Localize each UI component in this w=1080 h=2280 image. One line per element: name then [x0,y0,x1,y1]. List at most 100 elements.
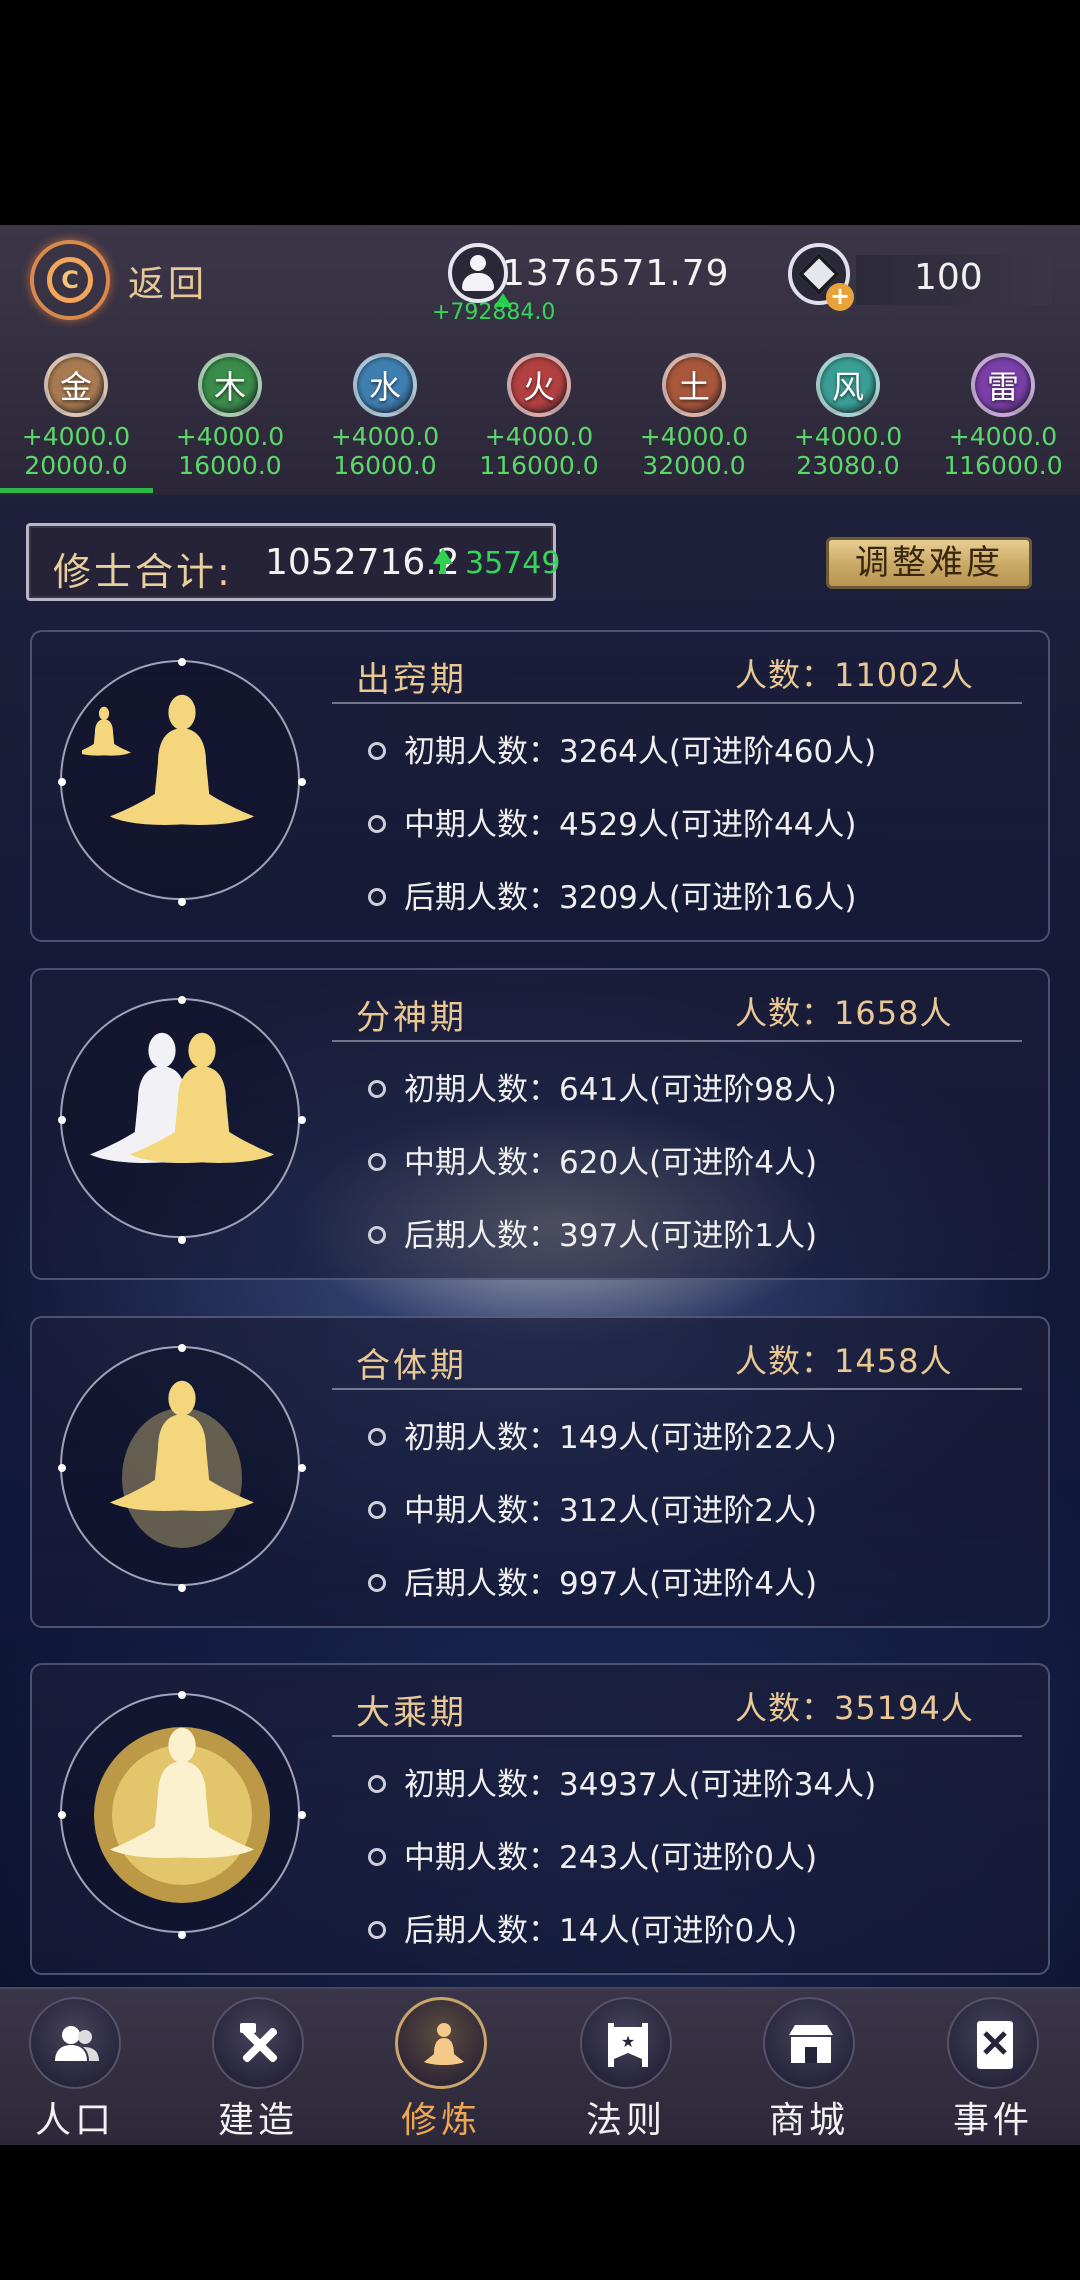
meditation-figure-icon [82,1715,282,1919]
gem-value: 100 [914,257,983,298]
realm-stage-text: 中期人数：312人(可进阶2人) [404,1493,818,1529]
element-rate: +4000.0 [175,422,285,451]
realm-count: 人数：1458人 [735,1342,953,1380]
meditation-figure-icon [77,682,282,886]
bullet-icon [368,1920,386,1939]
element-resource-5[interactable]: 风 +4000.0 23080.0 [778,353,918,481]
bullet-icon [368,1152,386,1171]
people-icon [29,1997,121,2089]
tools-icon [212,1997,304,2089]
realm-stage-row: 中期人数：4529人(可进阶44人) [368,799,857,844]
element-orb-icon: 土 [662,353,726,417]
nav-label: 法则 [585,2100,666,2141]
cultivator-total-panel: 修士合计: 1052716.2 35749 [26,523,560,601]
realm-emblem [58,996,306,1244]
element-total: 116000.0 [943,451,1063,480]
bullet-icon [368,1500,386,1519]
realm-stage-text: 中期人数：4529人(可进阶44人) [404,807,857,843]
population-delta: +792884.0 [432,300,556,325]
bullet-icon [368,1427,386,1446]
element-resource-6[interactable]: 雷 +4000.0 116000.0 [933,353,1073,481]
element-resource-1[interactable]: 木 +4000.0 16000.0 [160,353,300,481]
nav-label: 事件 [952,2100,1033,2141]
realm-stage-row: 初期人数：641人(可进阶98人) [368,1064,837,1109]
realm-count: 人数：1658人 [735,994,953,1032]
realm-stage-row: 后期人数：14人(可进阶0人) [368,1905,797,1950]
event-book-icon [947,1997,1039,2089]
realm-stage-row: 后期人数：3209人(可进阶16人) [368,872,857,917]
element-resource-3[interactable]: 火 +4000.0 116000.0 [469,353,609,481]
element-orb-icon: 金 [44,353,108,417]
realm-card[interactable]: 出窍期 人数：11002人初期人数：3264人(可进阶460人) 中期人数：4529… [30,630,1050,942]
divider [332,1735,1022,1737]
realm-stage-text: 初期人数：3264人(可进阶460人) [404,734,877,770]
realm-stage-row: 后期人数：997人(可进阶4人) [368,1558,817,1603]
cultivator-increase: 35749 [465,546,561,581]
element-orb-icon: 水 [353,353,417,417]
realm-card[interactable]: 分神期 人数：1658人初期人数：641人(可进阶98人) 中期人数：620人(可进… [30,968,1050,1280]
nav-item-meditation[interactable]: 修炼 [366,1997,516,2143]
realm-stage-row: 中期人数：620人(可进阶4人) [368,1137,817,1182]
realm-stage-row: 初期人数：3264人(可进阶460人) [368,726,876,771]
nav-item-shop[interactable]: 商城 [734,1997,884,2143]
element-resource-4[interactable]: 土 +4000.0 32000.0 [624,353,764,481]
divider [332,702,1022,704]
realm-stage-row: 初期人数：149人(可进阶22人) [368,1412,837,1457]
meditation-figure-icon [82,1368,282,1572]
realm-count: 人数：11002人 [735,656,974,694]
realm-emblem [58,1691,306,1939]
element-total: 16000.0 [333,451,437,480]
realm-title: 出窍期 [356,660,467,700]
realm-stage-text: 初期人数：34937人(可进阶34人) [404,1767,877,1803]
realm-card[interactable]: 合体期 人数：1458人 初期人数：149人(可进阶22人) 中期人数：312人(可进… [30,1316,1050,1628]
bottom-nav: 人口 建造 修炼 ★ 法则 商城 事件 [0,1987,1080,2145]
shop-icon [763,1997,855,2089]
element-resource-0[interactable]: 金 +4000.0 20000.0 [6,353,146,481]
nav-item-event-book[interactable]: 事件 [918,1997,1068,2143]
realm-stage-row: 中期人数：243人(可进阶0人) [368,1832,817,1877]
element-total: 23080.0 [796,451,900,480]
population-value: 1376571.79 [502,253,730,294]
element-total: 20000.0 [24,451,128,480]
realm-title: 大乘期 [356,1693,467,1733]
cultivator-total-value: 1052716.2 [265,542,460,583]
realm-stage-text: 初期人数：149人(可进阶22人) [404,1420,837,1456]
realm-stage-text: 后期人数：14人(可进阶0人) [404,1913,798,1949]
realm-stage-text: 中期人数：620人(可进阶4人) [404,1145,818,1181]
element-rate: +4000.0 [948,422,1058,451]
element-orb-icon: 火 [507,353,571,417]
realm-emblem [58,1344,306,1592]
meditation-figure-icon [82,1020,282,1224]
realm-title: 分神期 [356,998,467,1038]
realm-stage-text: 初期人数：641人(可进阶98人) [404,1072,837,1108]
bullet-icon [368,1573,386,1592]
back-button-label[interactable]: 返回 [128,255,208,307]
banner-icon: ★ [580,1997,672,2089]
svg-text:★: ★ [621,2032,635,2051]
bullet-icon [368,1774,386,1793]
element-orb-icon: 雷 [971,353,1035,417]
bullet-icon [368,1847,386,1866]
back-icon[interactable]: C [30,240,110,320]
element-resource-2[interactable]: 水 +4000.0 16000.0 [315,353,455,481]
add-gem-icon[interactable]: + [826,283,854,311]
realm-count: 人数：35194人 [735,1689,974,1727]
realm-card[interactable]: 大乘期 人数：35194人初期人数：34937人(可进阶34人) 中期人数：243人… [30,1663,1050,1975]
nav-item-people[interactable]: 人口 [0,1997,150,2143]
realm-stage-text: 后期人数：3209人(可进阶16人) [404,880,857,916]
meditation-icon [395,1997,487,2089]
cultivator-total-label: 修士合计: [53,550,233,594]
bullet-icon [368,814,386,833]
element-rate: +4000.0 [330,422,440,451]
element-rate: +4000.0 [21,422,131,451]
realm-emblem [58,658,306,906]
divider [332,1388,1022,1390]
element-total: 16000.0 [178,451,282,480]
realm-stage-row: 初期人数：34937人(可进阶34人) [368,1759,876,1804]
bullet-icon [368,1079,386,1098]
element-total: 32000.0 [642,451,746,480]
element-rate: +4000.0 [484,422,594,451]
nav-item-banner[interactable]: ★ 法则 [551,1997,701,2143]
nav-item-tools[interactable]: 建造 [183,1997,333,2143]
adjust-difficulty-button[interactable]: 调整难度 [826,537,1032,589]
